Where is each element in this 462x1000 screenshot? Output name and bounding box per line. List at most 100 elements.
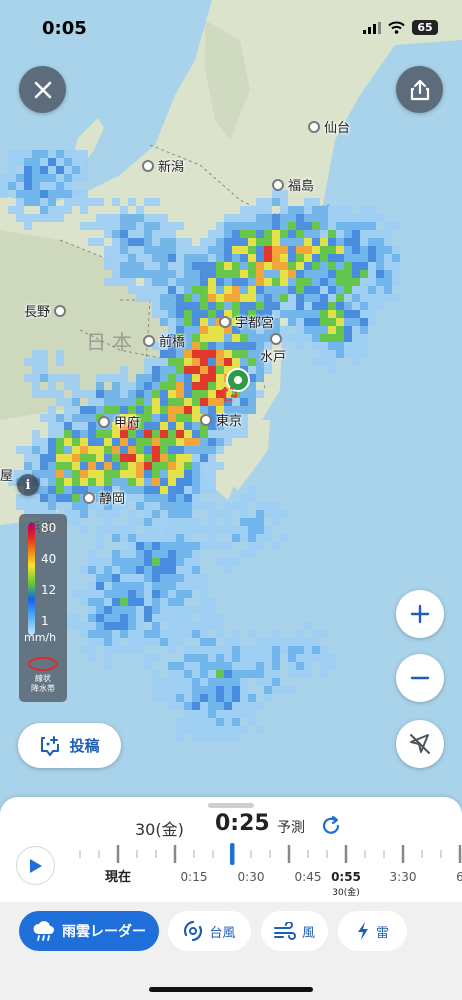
rain-cell <box>80 166 88 174</box>
rain-cell <box>96 630 104 638</box>
city-mito[interactable]: 水戸 <box>260 333 286 365</box>
close-button[interactable] <box>19 66 66 113</box>
rain-cell <box>264 230 272 238</box>
rain-cell <box>208 270 216 278</box>
rain-cell <box>352 318 360 326</box>
rain-cell <box>200 438 208 446</box>
rain-cell <box>160 222 168 230</box>
rain-cell <box>168 510 176 518</box>
rain-cell <box>56 174 64 182</box>
city-sendai[interactable]: 仙台 <box>308 117 350 136</box>
timeline-slider[interactable]: 現在 0:15 0:30 0:45 0:55 3:30 630(金) <box>0 841 462 901</box>
refresh-icon[interactable] <box>320 815 342 837</box>
rain-cell <box>320 246 328 254</box>
zoom-out-button[interactable] <box>396 654 444 702</box>
rain-cell <box>288 302 296 310</box>
rain-cell <box>168 382 176 390</box>
rain-cell <box>168 702 176 710</box>
city-tokyo[interactable]: 東京 <box>200 410 242 429</box>
rain-cell <box>288 294 296 302</box>
rain-cell <box>232 670 240 678</box>
rain-cell <box>208 510 216 518</box>
my-location-button[interactable] <box>396 720 444 768</box>
city-fukushima[interactable]: 福島 <box>272 175 314 194</box>
city-nagoya-partial[interactable]: 屋 <box>0 465 13 484</box>
rain-cell <box>232 630 240 638</box>
rain-cell <box>184 454 192 462</box>
city-nagano[interactable]: 長野 <box>24 301 67 320</box>
rain-cell <box>40 198 48 206</box>
rain-cell <box>296 286 304 294</box>
rain-cell <box>368 270 376 278</box>
rain-cell <box>344 262 352 270</box>
rain-cell <box>176 382 184 390</box>
rain-cell <box>240 206 248 214</box>
rain-cell <box>96 222 104 230</box>
rain-cell <box>216 334 224 342</box>
rain-cell <box>144 438 152 446</box>
rain-cell <box>320 334 328 342</box>
rain-cell <box>16 206 24 214</box>
rain-cell <box>320 302 328 310</box>
rain-cell <box>264 638 272 646</box>
info-button[interactable]: i <box>17 474 39 496</box>
city-marker-icon <box>308 120 320 133</box>
rain-cell <box>128 598 136 606</box>
zoom-in-button[interactable] <box>396 590 444 638</box>
rain-cell <box>288 334 296 342</box>
city-maebashi[interactable]: 前橋 <box>143 331 185 350</box>
rain-cell <box>288 214 296 222</box>
rain-cell <box>232 534 240 542</box>
rain-cell <box>312 254 320 262</box>
rain-cell <box>208 310 216 318</box>
rain-cell <box>184 518 192 526</box>
rain-cell <box>224 278 232 286</box>
rain-cell <box>232 358 240 366</box>
tab-lightning[interactable]: 雷 <box>338 911 407 951</box>
rain-cell <box>304 318 312 326</box>
rain-cell <box>248 710 256 718</box>
rain-cell <box>120 558 128 566</box>
rain-cell <box>176 222 184 230</box>
rain-cell <box>184 470 192 478</box>
tab-rain-radar[interactable]: 雨雲レーダー <box>19 911 159 951</box>
rain-cell <box>232 718 240 726</box>
city-utsunomiya[interactable]: 宇都宮 <box>219 312 274 331</box>
rain-cell <box>152 630 160 638</box>
radar-map[interactable]: 日本 仙台 新潟 福島 長野 宇都宮 前橋 水戸 甲府 東京 静岡 浜松 <box>0 0 462 815</box>
rain-cell <box>184 542 192 550</box>
rain-cell <box>168 406 176 414</box>
rain-cell <box>320 646 328 654</box>
rain-cell <box>208 678 216 686</box>
rain-cell <box>144 590 152 598</box>
rain-cell <box>184 534 192 542</box>
city-shizuoka[interactable]: 静岡 <box>83 488 125 507</box>
rain-cell <box>304 238 312 246</box>
tab-wind[interactable]: 風 <box>261 911 328 951</box>
rain-cell <box>264 262 272 270</box>
rain-cell <box>168 606 176 614</box>
rain-cell <box>232 294 240 302</box>
city-niigata[interactable]: 新潟 <box>142 156 184 175</box>
rain-cell <box>184 630 192 638</box>
panel-grabber[interactable] <box>208 803 254 808</box>
rain-cell <box>232 262 240 270</box>
share-button[interactable] <box>396 66 443 113</box>
rain-cell <box>144 654 152 662</box>
rain-cell <box>232 430 240 438</box>
tab-typhoon[interactable]: 台風 <box>168 911 251 951</box>
post-button[interactable]: 投稿 <box>18 723 121 768</box>
city-kofu[interactable]: 甲府 <box>98 412 140 431</box>
rain-cell <box>216 342 224 350</box>
rain-cell <box>120 374 128 382</box>
rain-cell <box>88 598 96 606</box>
rain-cell <box>112 550 120 558</box>
rain-cell <box>120 398 128 406</box>
rain-cell <box>288 222 296 230</box>
rain-cell <box>336 278 344 286</box>
rain-cell <box>360 246 368 254</box>
rain-cell <box>368 318 376 326</box>
rain-cell <box>344 334 352 342</box>
rain-cell <box>72 422 80 430</box>
rain-cell <box>48 206 56 214</box>
